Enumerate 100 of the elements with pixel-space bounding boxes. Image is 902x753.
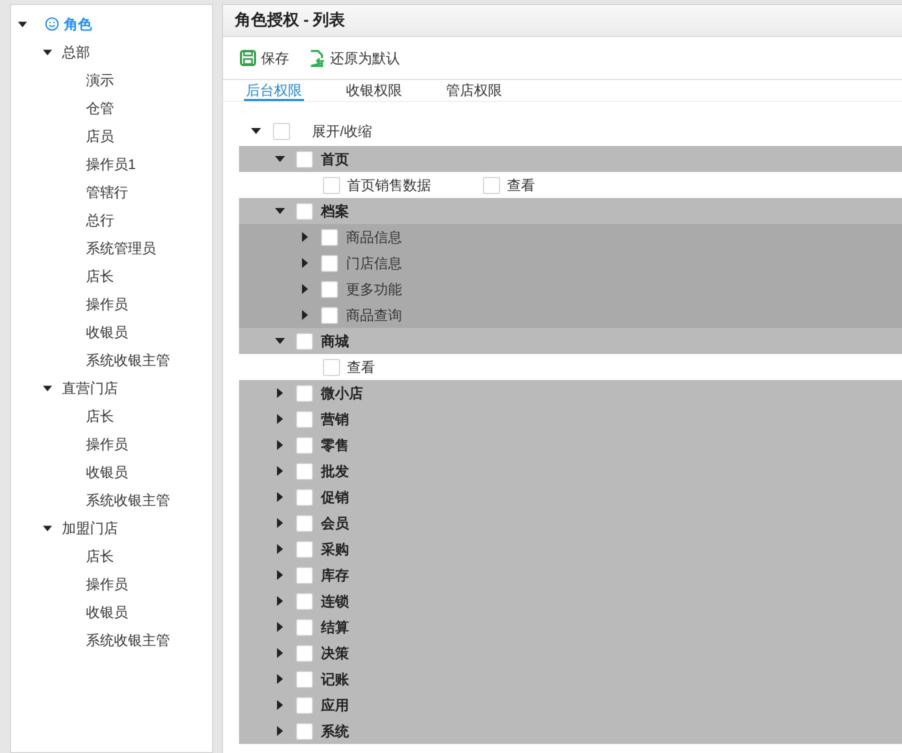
tab[interactable]: 后台权限 [244, 80, 304, 101]
permission-item[interactable]: 查看 [507, 174, 535, 196]
checkbox[interactable] [296, 722, 313, 740]
checkbox[interactable] [296, 696, 313, 714]
permission-group[interactable]: 档案 [321, 200, 349, 222]
checkbox[interactable] [296, 332, 313, 350]
checkbox[interactable] [296, 540, 313, 558]
checkbox[interactable] [296, 202, 313, 220]
caret-right-icon[interactable] [275, 388, 285, 398]
checkbox[interactable] [296, 644, 313, 662]
tree-item[interactable]: 总行 [86, 210, 114, 230]
save-button[interactable]: 保存 [240, 48, 289, 68]
permission-subgroup[interactable]: 商品查询 [346, 304, 402, 326]
permission-item[interactable]: 首页销售数据 [347, 174, 431, 196]
caret-down-icon[interactable] [18, 20, 26, 28]
caret-right-icon[interactable] [275, 596, 285, 606]
caret-right-icon[interactable] [275, 726, 285, 736]
caret-right-icon[interactable] [300, 284, 310, 294]
checkbox[interactable] [296, 566, 313, 584]
tree-item[interactable]: 系统管理员 [86, 238, 156, 258]
tab[interactable]: 收银权限 [344, 80, 404, 101]
tree-item[interactable]: 总部 [62, 42, 90, 62]
permission-group[interactable]: 记账 [321, 668, 349, 690]
caret-down-icon[interactable] [275, 336, 285, 346]
caret-down-icon[interactable] [251, 126, 261, 136]
caret-right-icon[interactable] [275, 570, 285, 580]
permission-group[interactable]: 会员 [321, 512, 349, 534]
tree-item[interactable]: 收银员 [86, 322, 128, 342]
checkbox[interactable] [296, 436, 313, 454]
caret-right-icon[interactable] [275, 466, 285, 476]
checkbox[interactable] [296, 384, 313, 402]
tree-item[interactable]: 仓管 [86, 98, 114, 118]
permission-group[interactable]: 微小店 [321, 382, 363, 404]
tree-item[interactable]: 店长 [86, 546, 114, 566]
tree-item[interactable]: 操作员 [86, 574, 128, 594]
expand-collapse-toggle[interactable]: 展开/收缩 [312, 120, 372, 142]
tree-item[interactable]: 管辖行 [86, 182, 128, 202]
caret-right-icon[interactable] [275, 414, 285, 424]
caret-right-icon[interactable] [275, 440, 285, 450]
checkbox[interactable] [296, 670, 313, 688]
checkbox[interactable] [296, 514, 313, 532]
checkbox[interactable] [273, 122, 290, 140]
permission-subgroup[interactable]: 更多功能 [346, 278, 402, 300]
caret-down-icon[interactable] [42, 384, 52, 392]
checkbox[interactable] [321, 280, 338, 298]
tree-item[interactable]: 店员 [86, 126, 114, 146]
caret-right-icon[interactable] [275, 518, 285, 528]
caret-down-icon[interactable] [42, 524, 52, 532]
tree-item[interactable]: 操作员 [86, 294, 128, 314]
caret-down-icon[interactable] [42, 48, 52, 56]
tree-item[interactable]: 收银员 [86, 602, 128, 622]
tree-item[interactable]: 店长 [86, 406, 114, 426]
permission-item[interactable]: 查看 [347, 356, 375, 378]
permission-group[interactable]: 结算 [321, 616, 349, 638]
checkbox[interactable] [296, 618, 313, 636]
caret-right-icon[interactable] [275, 700, 285, 710]
permission-group[interactable]: 首页 [321, 148, 349, 170]
tree-item[interactable]: 系统收银主管 [86, 350, 170, 370]
tree-item[interactable]: 收银员 [86, 462, 128, 482]
permission-group[interactable]: 系统 [321, 720, 349, 742]
restore-default-button[interactable]: 还原为默认 [309, 48, 400, 68]
caret-right-icon[interactable] [275, 622, 285, 632]
caret-right-icon[interactable] [275, 492, 285, 502]
tab[interactable]: 管店权限 [444, 80, 504, 101]
checkbox[interactable] [296, 488, 313, 506]
permission-group[interactable]: 批发 [321, 460, 349, 482]
tree-item[interactable]: 店长 [86, 266, 114, 286]
permission-subgroup[interactable]: 门店信息 [346, 252, 402, 274]
permission-group[interactable]: 商城 [321, 330, 349, 352]
tree-item[interactable]: 加盟门店 [62, 518, 118, 538]
tree-item[interactable]: 系统收银主管 [86, 490, 170, 510]
permission-group[interactable]: 库存 [321, 564, 349, 586]
permission-group[interactable]: 促销 [321, 486, 349, 508]
checkbox[interactable] [296, 592, 313, 610]
tree-item[interactable]: 系统收银主管 [86, 630, 170, 650]
checkbox[interactable] [296, 150, 313, 168]
permission-group[interactable]: 应用 [321, 694, 349, 716]
tree-item[interactable]: 操作员 [86, 434, 128, 454]
caret-right-icon[interactable] [300, 258, 310, 268]
tree-item[interactable]: 直营门店 [62, 378, 118, 398]
caret-right-icon[interactable] [300, 310, 310, 320]
permission-group[interactable]: 采购 [321, 538, 349, 560]
checkbox[interactable] [483, 176, 500, 194]
tree-item[interactable]: 操作员1 [86, 154, 136, 174]
tree-item[interactable]: 演示 [86, 70, 114, 90]
checkbox[interactable] [323, 358, 340, 376]
permission-subgroup[interactable]: 商品信息 [346, 226, 402, 248]
caret-down-icon[interactable] [275, 154, 285, 164]
caret-down-icon[interactable] [275, 206, 285, 216]
checkbox[interactable] [296, 410, 313, 428]
permission-group[interactable]: 连锁 [321, 590, 349, 612]
permission-group[interactable]: 决策 [321, 642, 349, 664]
checkbox[interactable] [321, 254, 338, 272]
checkbox[interactable] [296, 462, 313, 480]
checkbox[interactable] [323, 176, 340, 194]
caret-right-icon[interactable] [275, 544, 285, 554]
checkbox[interactable] [321, 228, 338, 246]
caret-right-icon[interactable] [275, 648, 285, 658]
permission-group[interactable]: 营销 [321, 408, 349, 430]
caret-right-icon[interactable] [300, 232, 310, 242]
